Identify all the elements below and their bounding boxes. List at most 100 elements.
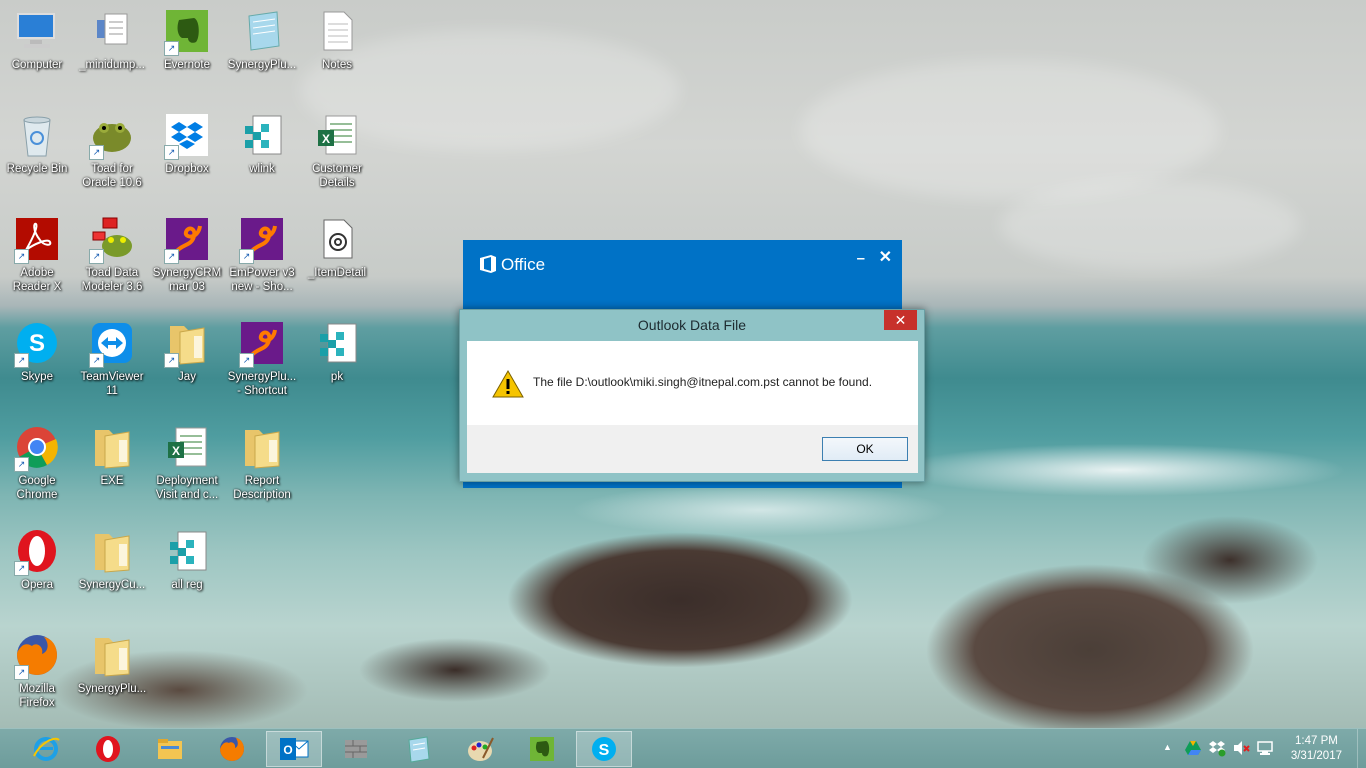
- desktop-icon-label: pk: [330, 371, 344, 383]
- desktop-icon-toad-oracle[interactable]: ↗ Toad for Oracle 10.6: [75, 112, 149, 190]
- desktop-icon-exe[interactable]: EXE: [75, 424, 149, 488]
- excel-file-icon: X: [314, 112, 360, 158]
- taskbar-clock[interactable]: 1:47 PM 3/31/2017: [1291, 734, 1342, 764]
- desktop-icon-label: Customer Details: [312, 163, 362, 189]
- desktop-icon-report-description[interactable]: Report Description: [225, 424, 299, 502]
- minimize-button[interactable]: –: [857, 250, 865, 267]
- dropbox-icon[interactable]: [1208, 739, 1226, 757]
- dialog-body: The file D:\outlook\miki.singh@itnepal.c…: [467, 341, 918, 425]
- toad-data-modeler-icon: ↗: [89, 216, 135, 264]
- taskbar-firefox[interactable]: [204, 731, 260, 767]
- desktop-icon-teamviewer[interactable]: ↗ TeamViewer 11: [75, 320, 149, 398]
- folder-icon: [89, 632, 135, 678]
- desktop-icon-label: Toad Data Modeler 3.6: [81, 267, 143, 293]
- shortcut-arrow-icon: ↗: [239, 249, 254, 264]
- desktop-icon-label: SynergyCRM mar 03: [152, 267, 222, 293]
- show-desktop-button[interactable]: [1357, 729, 1366, 768]
- dialog-message: The file D:\outlook\miki.singh@itnepal.c…: [533, 375, 873, 389]
- shortcut-arrow-icon: ↗: [164, 353, 179, 368]
- desktop-icon-minidump[interactable]: _minidump...: [75, 8, 149, 72]
- svg-text:S: S: [29, 330, 45, 357]
- desktop-icon-label: Notes: [321, 59, 353, 71]
- taskbar-evernote[interactable]: [514, 731, 570, 767]
- desktop-icon-evernote[interactable]: ↗ Evernote: [150, 8, 224, 72]
- dialog-title: Outlook Data File: [637, 317, 747, 333]
- clock-date: 3/31/2017: [1290, 750, 1342, 762]
- taskbar-firewall[interactable]: [328, 731, 384, 767]
- desktop-icon-synergycrm[interactable]: ↗ SynergyCRM mar 03: [150, 216, 224, 294]
- taskbar-paint[interactable]: [452, 731, 508, 767]
- desktop-icon-google-chrome[interactable]: ↗ Google Chrome: [0, 424, 74, 502]
- desktop-icon-deployment-visit[interactable]: X Deployment Visit and c...: [150, 424, 224, 502]
- opera-icon: ↗: [14, 528, 60, 576]
- desktop-icon-label: wlink: [249, 163, 275, 175]
- desktop-icon-label: Dropbox: [165, 163, 209, 175]
- desktop-icon-itemdetail[interactable]: _ItemDetail: [300, 216, 374, 280]
- paint-icon: [468, 737, 494, 761]
- taskbar-internet-explorer[interactable]: [18, 731, 74, 767]
- network-icon[interactable]: [1256, 739, 1274, 757]
- desktop-icon-label: Adobe Reader X: [12, 267, 62, 293]
- registry-file-icon: [164, 528, 210, 574]
- desktop-icon-label: Opera: [21, 579, 53, 591]
- dropbox-icon: ↗: [164, 112, 210, 160]
- desktop-icon-label: Deployment Visit and c...: [155, 475, 219, 501]
- shortcut-arrow-icon: ↗: [14, 457, 29, 472]
- dialog-close-button[interactable]: ✕: [884, 310, 917, 330]
- shortcut-arrow-icon: ↗: [89, 353, 104, 368]
- firewall-icon: [345, 740, 367, 758]
- taskbar-outlook[interactable]: O: [266, 731, 322, 767]
- desktop-icon-notes[interactable]: Notes: [300, 8, 374, 72]
- desktop-icon-recycle-bin[interactable]: Recycle Bin: [0, 112, 74, 176]
- desktop-icon-wlink[interactable]: wlink: [225, 112, 299, 176]
- ok-button[interactable]: OK: [822, 437, 908, 461]
- outlook-data-file-dialog: Outlook Data File ✕ The file D:\outlook\…: [459, 309, 925, 482]
- skype-icon: S: [592, 737, 616, 761]
- folder-icon: [89, 424, 135, 470]
- notepad-icon: [408, 736, 430, 763]
- toad-icon: ↗: [89, 112, 135, 160]
- desktop-icon-dropbox[interactable]: ↗ Dropbox: [150, 112, 224, 176]
- volume-muted-icon[interactable]: [1232, 739, 1250, 757]
- desktop-icon-synergyplus-folder[interactable]: SynergyPlu...: [75, 632, 149, 696]
- taskbar-skype[interactable]: S: [576, 731, 632, 767]
- desktop-icon-computer[interactable]: Computer: [0, 8, 74, 72]
- taskbar-notepad[interactable]: [390, 731, 446, 767]
- dialog-footer: OK: [467, 425, 918, 473]
- desktop-icon-skype[interactable]: S ↗ Skype: [0, 320, 74, 384]
- desktop-icon-label: _minidump...: [79, 59, 145, 71]
- adobe-reader-icon: ↗: [14, 216, 60, 264]
- shortcut-arrow-icon: ↗: [14, 665, 29, 680]
- desktop-icon-all-reg[interactable]: all reg: [150, 528, 224, 592]
- desktop-icon-pk[interactable]: pk: [300, 320, 374, 384]
- synergy-app-icon: ↗: [164, 216, 210, 264]
- office-logo-icon: [480, 255, 496, 273]
- desktop-icon-jay[interactable]: ↗ Jay: [150, 320, 224, 384]
- desktop-icon-opera[interactable]: ↗ Opera: [0, 528, 74, 592]
- desktop-icon-label: SynergyPlu...: [227, 59, 297, 71]
- desktop-icon-label: Evernote: [163, 59, 211, 71]
- folder-icon: [89, 528, 135, 574]
- desktop-icon-customer-details[interactable]: X Customer Details: [300, 112, 374, 190]
- desktop-icon-synergyplus-shortcut[interactable]: ↗ SynergyPlu... - Shortcut: [225, 320, 299, 398]
- desktop-icon-synergyplus-1[interactable]: SynergyPlu...: [225, 8, 299, 72]
- taskbar-file-explorer[interactable]: [142, 731, 198, 767]
- desktop-icon-label: Toad for Oracle 10.6: [82, 163, 142, 189]
- desktop-icon-adobe-reader[interactable]: ↗ Adobe Reader X: [0, 216, 74, 294]
- google-drive-icon[interactable]: [1184, 739, 1202, 757]
- desktop-icon-toad-data-modeler[interactable]: ↗ Toad Data Modeler 3.6: [75, 216, 149, 294]
- desktop-icon-mozilla-firefox[interactable]: ↗ Mozilla Firefox: [0, 632, 74, 710]
- desktop-icon-empower[interactable]: ↗ EmPower v3 new - Sho...: [225, 216, 299, 294]
- document-stack-icon: [89, 8, 135, 54]
- close-button[interactable]: ✕: [879, 247, 892, 267]
- tray-overflow-button[interactable]: ▲: [1163, 742, 1172, 752]
- desktop-icon-label: SynergyPlu... - Shortcut: [227, 371, 297, 397]
- desktop-icon-synergycu[interactable]: SynergyCu...: [75, 528, 149, 592]
- desktop-icon-label: _ItemDetail: [307, 267, 367, 279]
- taskbar-opera[interactable]: [80, 731, 136, 767]
- firefox-icon: [220, 737, 244, 761]
- registry-file-icon: [314, 320, 360, 366]
- evernote-icon: ↗: [164, 8, 210, 56]
- synergy-app-icon: ↗: [239, 320, 285, 368]
- desktop-icon-label: TeamViewer 11: [80, 371, 144, 397]
